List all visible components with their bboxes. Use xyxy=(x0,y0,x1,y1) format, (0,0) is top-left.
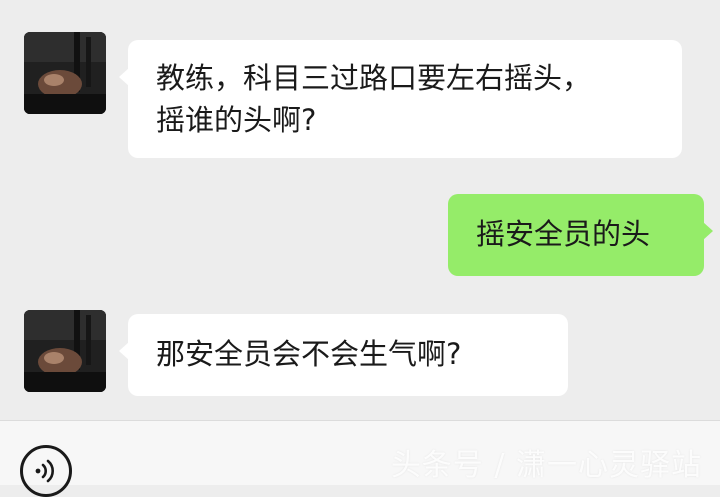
message-bubble[interactable]: 摇安全员的头 xyxy=(448,194,713,276)
avatar[interactable] xyxy=(24,310,106,392)
bubble-tail xyxy=(119,68,129,86)
bubble-tail xyxy=(703,222,713,240)
voice-icon xyxy=(35,459,54,483)
message-text-line: 摇谁的头啊? xyxy=(156,103,317,137)
avatar-image xyxy=(24,32,106,114)
voice-button[interactable] xyxy=(20,445,72,497)
message-text-line: 教练，科目三过路口要左右摇头， xyxy=(156,61,592,95)
watermark: 头条号 / 潇一心灵驿站 xyxy=(390,448,702,483)
chat-area: 教练，科目三过路口要左右摇头， 摇谁的头啊? 摇安全员的头 那安全员会不会生气啊… xyxy=(0,0,720,420)
message-bubble[interactable]: 教练，科目三过路口要左右摇头， 摇谁的头啊? xyxy=(119,40,682,158)
message-text-line: 摇安全员的头 xyxy=(476,217,651,251)
avatar[interactable] xyxy=(24,32,106,114)
message-text-line: 那安全员会不会生气啊? xyxy=(156,337,462,371)
message-bubble[interactable]: 那安全员会不会生气啊? xyxy=(119,314,568,396)
avatar-image xyxy=(24,310,106,392)
bubble-tail xyxy=(119,342,129,360)
